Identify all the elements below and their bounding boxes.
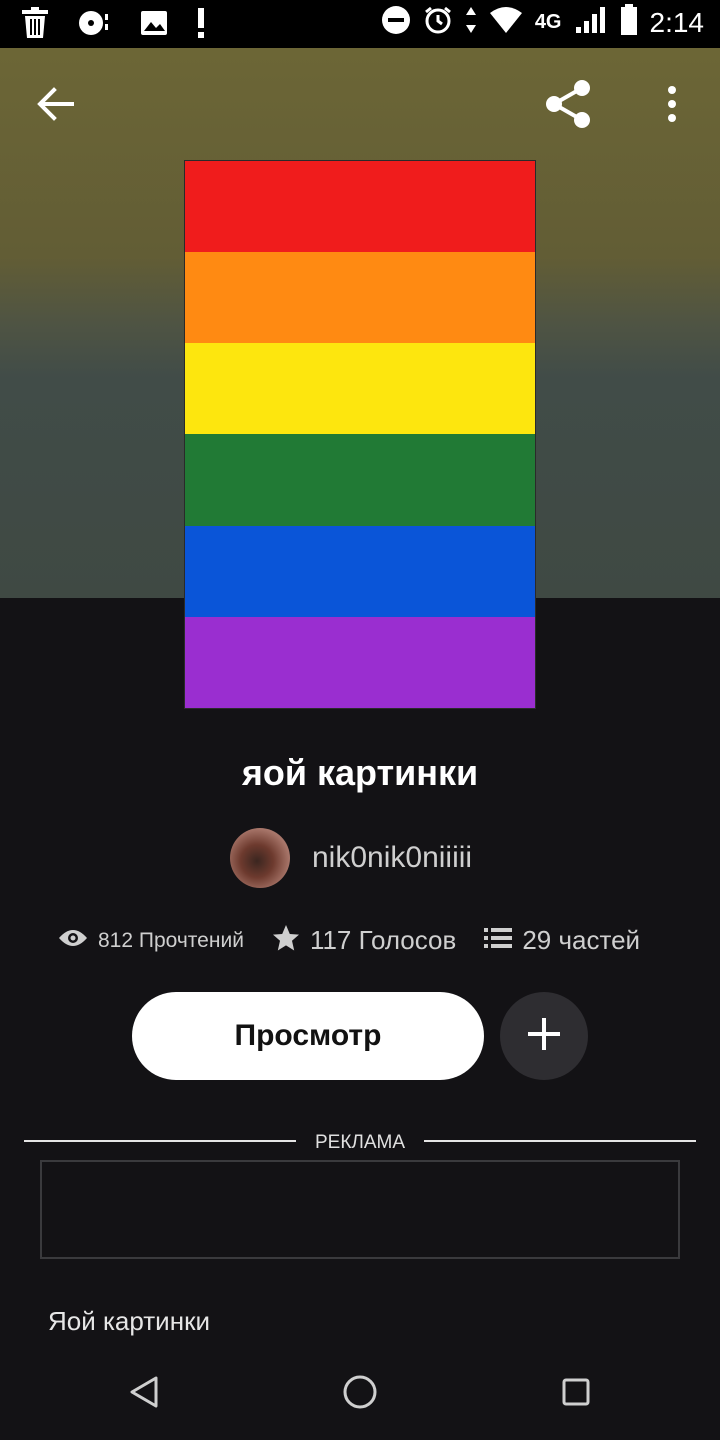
part-item-title[interactable]: Яой картинки (48, 1306, 210, 1337)
clock: 2:14 (649, 6, 705, 38)
ad-slot[interactable] (40, 1160, 680, 1259)
read-button[interactable]: Просмотр (132, 992, 484, 1080)
votes-count: 117 Голосов (309, 925, 457, 955)
battery-icon (620, 4, 638, 41)
author-name[interactable]: nik0nik0niiiii (312, 841, 472, 875)
star-icon (272, 924, 310, 957)
alarm-icon (423, 5, 453, 40)
alert-icon (196, 7, 206, 44)
reads-count: 812 Прочтений (98, 928, 244, 952)
signal-icon (574, 5, 608, 40)
ad-label: РЕКЛАМА (314, 1132, 406, 1153)
parts-count: 29 частей (522, 925, 641, 955)
dnd-icon (381, 5, 411, 40)
story-title: яой картинки (241, 752, 479, 793)
system-nav-bar (0, 1350, 720, 1440)
network-type: 4G (534, 11, 562, 33)
author-link[interactable]: nik0nik0niiiii (230, 828, 472, 888)
story-cover (184, 160, 536, 709)
cover-stripe (185, 252, 535, 344)
eye-icon (58, 928, 98, 953)
cover-stripe (185, 616, 535, 708)
reads-stat: 812 Прочтений (58, 928, 244, 953)
ad-divider-right (424, 1140, 696, 1142)
story-stats: 812 Прочтений 117 Голосов 29 частей (58, 924, 640, 957)
plus-icon (527, 1017, 561, 1056)
status-bar: 4G 2:14 (0, 0, 720, 48)
recents-square-icon[interactable] (560, 1372, 592, 1417)
list-icon (484, 926, 522, 955)
cover-stripe (185, 434, 535, 526)
share-icon[interactable] (542, 78, 594, 135)
trash-icon (20, 6, 50, 45)
more-vertical-icon[interactable] (664, 78, 680, 135)
cover-stripe (185, 161, 535, 253)
wifi-icon (489, 6, 523, 39)
parts-stat: 29 частей (484, 925, 640, 956)
home-circle-icon[interactable] (342, 1372, 378, 1417)
arrow-left-icon[interactable] (36, 78, 76, 135)
cover-stripe (185, 343, 535, 435)
back-triangle-icon[interactable] (128, 1372, 160, 1417)
image-icon (140, 9, 168, 42)
cover-stripe (185, 525, 535, 617)
data-arrows-icon (465, 5, 477, 40)
add-to-library-button[interactable] (500, 992, 588, 1080)
votes-stat: 117 Голосов (272, 924, 456, 957)
avatar[interactable] (230, 828, 290, 888)
music-disc-icon (78, 8, 112, 43)
